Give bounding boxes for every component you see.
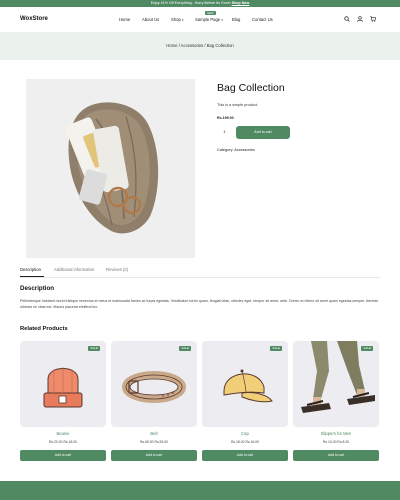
product-price: Rs.199.00: [217, 116, 234, 120]
shop-now-link[interactable]: Shop Now: [232, 1, 250, 5]
product-image[interactable]: SALE: [111, 341, 197, 427]
product-price: Rs.20.00 Rs.18.00: [48, 440, 78, 444]
product-tabs: Description Additional information Revie…: [20, 266, 380, 278]
main-header: WoxStore Home About Us Shop ▾ NEW Sample…: [0, 7, 400, 32]
product-short-description: This is a simple product.: [217, 103, 258, 107]
product-image[interactable]: SALE: [20, 341, 106, 427]
nav-sample-page-label: Sample Page: [195, 17, 221, 22]
announcement-text: Enjoy 41% Off Everything - Hurry Before …: [150, 1, 231, 5]
product-name[interactable]: Cap: [202, 431, 288, 436]
nav-about[interactable]: About Us: [142, 17, 159, 22]
nav-blog[interactable]: Blog: [232, 17, 240, 22]
nav-home[interactable]: Home: [119, 17, 130, 22]
tabs-divider: [20, 277, 380, 278]
product-price: Rs.10.00 Rs.8.00: [322, 440, 350, 444]
product-name[interactable]: Slippers for Men: [293, 431, 379, 436]
add-to-cart-button[interactable]: Add to cart: [202, 450, 288, 461]
add-to-cart-button[interactable]: Add to cart: [20, 450, 106, 461]
chevron-down-icon: ▾: [221, 18, 223, 22]
belt-illustration: [122, 371, 186, 403]
product-image[interactable]: SALE: [293, 341, 379, 427]
product-title: Bag Collection: [217, 82, 285, 94]
description-text: Pellentesque habitant morbi tristique se…: [20, 299, 379, 309]
cap-illustration: [223, 369, 273, 403]
add-to-cart-button[interactable]: Add to cart: [111, 450, 197, 461]
tab-additional-information[interactable]: Additional information: [54, 267, 94, 272]
beanie-illustration: [43, 367, 83, 408]
product-card-slippers[interactable]: SALE Slippers for Men Rs.10.00 Rs.8.00 A…: [293, 341, 379, 462]
slippers-illustration: [301, 341, 375, 413]
breadcrumb-banner: Home / Accessories / Bag Collection: [0, 32, 400, 60]
sale-badge: SALE: [88, 346, 100, 351]
product-category: Category: Accessories: [217, 148, 255, 152]
sale-badge: SALE: [361, 346, 373, 351]
product-image[interactable]: [26, 79, 195, 258]
cart-icon[interactable]: [370, 16, 376, 22]
user-icon[interactable]: [357, 16, 363, 22]
quantity-input[interactable]: 1: [217, 126, 232, 138]
product-price: Rs.18.00 Rs.16.00: [230, 440, 260, 444]
related-products-heading: Related Products: [20, 326, 68, 332]
nav-sample-page[interactable]: Sample Page ▾: [195, 17, 223, 22]
product-name[interactable]: Beanie: [20, 431, 106, 436]
chevron-down-icon: ▾: [181, 18, 184, 22]
product-card-cap[interactable]: SALE Cap Rs.18.00 Rs.16.00 Add to cart: [202, 341, 288, 462]
product-card-beanie[interactable]: SALE Beanie Rs.20.00 Rs.18.00 Add to car…: [20, 341, 106, 462]
tab-reviews[interactable]: Reviews (0): [106, 267, 128, 272]
tab-description[interactable]: Description: [20, 267, 41, 272]
product-name[interactable]: Belt: [111, 431, 197, 436]
product-card-belt[interactable]: SALE Belt Rs.65.00 Rs.55.00 Add to cart: [111, 341, 197, 462]
breadcrumb[interactable]: Home / Accessories / Bag Collection: [0, 43, 400, 48]
add-to-cart-button[interactable]: Add to cart: [293, 450, 379, 461]
site-logo[interactable]: WoxStore: [20, 16, 48, 22]
description-heading: Description: [20, 285, 55, 292]
add-to-cart-button[interactable]: Add to cart: [236, 126, 290, 139]
nav-contact[interactable]: Contact Us: [252, 17, 273, 22]
product-price: Rs.65.00 Rs.55.00: [139, 440, 169, 444]
nav-shop-label: Shop: [171, 17, 181, 22]
sale-badge: SALE: [179, 346, 191, 351]
sale-badge: SALE: [270, 346, 282, 351]
site-footer: [0, 481, 400, 500]
search-icon[interactable]: [344, 16, 350, 22]
new-badge: NEW: [205, 11, 216, 15]
product-image[interactable]: SALE: [202, 341, 288, 427]
announcement-bar: Enjoy 41% Off Everything - Hurry Before …: [0, 0, 400, 7]
nav-shop[interactable]: Shop ▾: [171, 17, 183, 22]
bag-illustration: [65, 102, 159, 234]
